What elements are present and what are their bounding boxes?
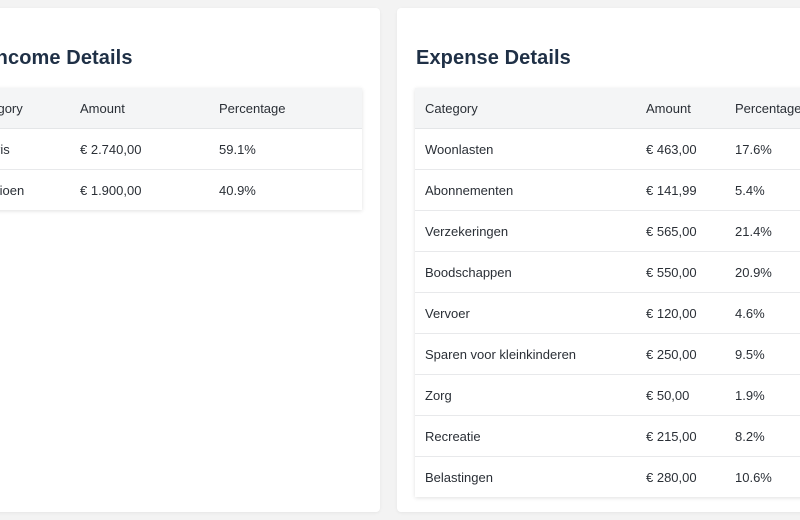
expense-category-cell: Verzekeringen	[415, 210, 637, 252]
page: Income Details Category Amount Percentag…	[0, 0, 800, 520]
expense-category-cell: Zorg	[415, 374, 637, 416]
table-row: Vervoer € 120,00 4.6%	[415, 292, 800, 334]
table-row: Abonnementen € 141,99 5.4%	[415, 169, 800, 211]
expense-category-cell: Recreatie	[415, 415, 637, 457]
expense-percentage-cell: 1.9%	[725, 374, 800, 416]
expense-percentage-cell: 4.6%	[725, 292, 800, 334]
income-amount-cell: € 2.740,00	[70, 128, 209, 170]
table-row: Salaris € 2.740,00 59.1%	[0, 128, 362, 170]
income-header-category: Category	[0, 88, 70, 129]
expense-details-card: Expense Details Category Amount Percenta…	[397, 8, 800, 512]
table-row: Woonlasten € 463,00 17.6%	[415, 128, 800, 170]
expense-percentage-cell: 5.4%	[725, 169, 800, 211]
expense-percentage-cell: 20.9%	[725, 251, 800, 293]
income-percentage-cell: 40.9%	[219, 182, 256, 198]
expense-percentage-cell: 9.5%	[725, 333, 800, 375]
income-percentage-cell: 59.1%	[209, 128, 362, 170]
table-row: Pensioen € 1.900,00 40.9%	[0, 170, 362, 211]
table-row: Belastingen € 280,00 10.6%	[415, 457, 800, 498]
expense-amount-cell: € 250,00	[637, 333, 725, 375]
expense-category-cell: Belastingen	[425, 469, 493, 485]
expense-amount-cell: € 280,00	[646, 469, 697, 485]
expense-table-header-row: Category Amount Percentage	[415, 88, 800, 129]
expense-table: Category Amount Percentage Woonlasten € …	[415, 88, 800, 497]
table-row: Zorg € 50,00 1.9%	[415, 374, 800, 416]
income-details-card: Income Details Category Amount Percentag…	[0, 8, 380, 512]
income-category-cell: Pensioen	[0, 182, 25, 198]
expense-amount-cell: € 463,00	[637, 128, 725, 170]
expense-header-category: Category	[415, 88, 637, 129]
expense-percentage-cell: 10.6%	[735, 469, 772, 485]
expense-category-cell: Woonlasten	[415, 128, 637, 170]
expense-amount-cell: € 50,00	[637, 374, 725, 416]
expense-amount-cell: € 565,00	[637, 210, 725, 252]
income-amount-cell: € 1.900,00	[80, 182, 142, 198]
table-row: Recreatie € 215,00 8.2%	[415, 415, 800, 457]
expense-header-amount: Amount	[637, 88, 725, 129]
table-row: Boodschappen € 550,00 20.9%	[415, 251, 800, 293]
income-table: Category Amount Percentage Salaris € 2.7…	[0, 88, 362, 210]
expense-percentage-cell: 21.4%	[725, 210, 800, 252]
expense-category-cell: Abonnementen	[415, 169, 637, 211]
expense-amount-cell: € 215,00	[637, 415, 725, 457]
expense-table-container: Category Amount Percentage Woonlasten € …	[415, 88, 800, 497]
income-table-container: Category Amount Percentage Salaris € 2.7…	[0, 88, 362, 210]
expense-amount-cell: € 141,99	[637, 169, 725, 211]
income-table-header-row: Category Amount Percentage	[0, 88, 362, 129]
expense-header-percentage: Percentage	[725, 88, 800, 129]
expense-amount-cell: € 120,00	[637, 292, 725, 334]
expense-amount-cell: € 550,00	[637, 251, 725, 293]
income-header-amount: Amount	[70, 88, 209, 129]
table-row: Sparen voor kleinkinderen € 250,00 9.5%	[415, 333, 800, 375]
income-details-title: Income Details	[0, 47, 133, 69]
expense-category-cell: Vervoer	[415, 292, 637, 334]
income-category-cell: Salaris	[0, 128, 70, 170]
expense-category-cell: Boodschappen	[415, 251, 637, 293]
expense-details-title: Expense Details	[416, 47, 571, 69]
table-row: Verzekeringen € 565,00 21.4%	[415, 210, 800, 252]
expense-percentage-cell: 17.6%	[725, 128, 800, 170]
expense-percentage-cell: 8.2%	[725, 415, 800, 457]
expense-category-cell: Sparen voor kleinkinderen	[415, 333, 637, 375]
income-header-percentage: Percentage	[209, 88, 362, 129]
